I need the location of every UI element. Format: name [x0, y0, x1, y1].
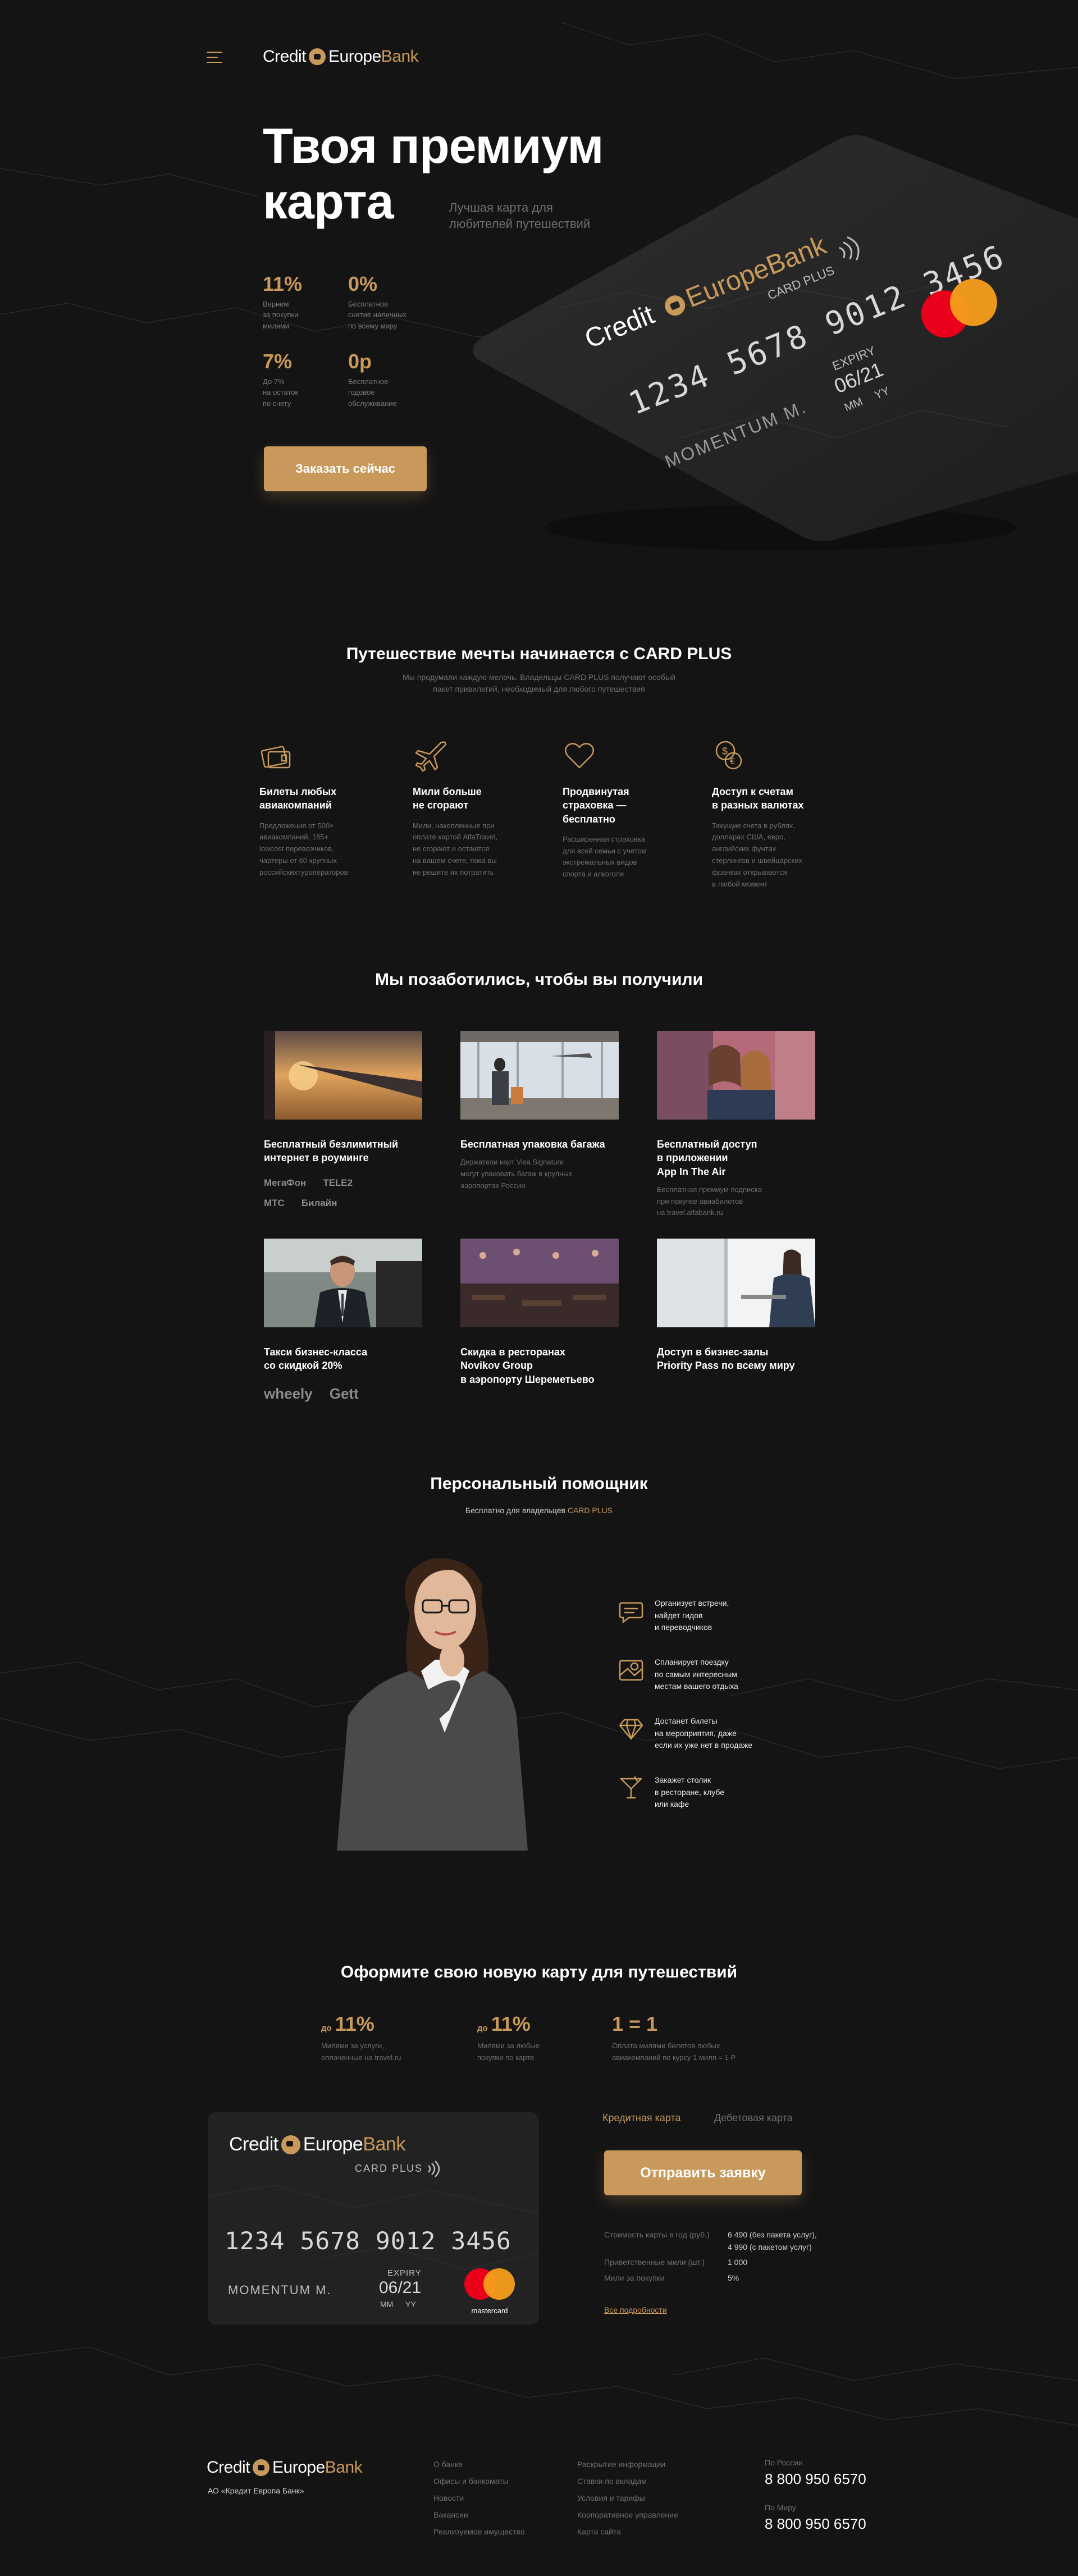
feature-item: Мили больше не сгорают Мили, накопленные … — [413, 738, 536, 879]
footer-phone-world: По Миру 8 800 950 6570 — [765, 2503, 866, 2533]
svg-text:€: € — [730, 757, 735, 766]
card-specs: Стоимость карты в год (руб.) 6 490 (без … — [604, 2229, 817, 2285]
footer-link[interactable]: Раскрытие информации — [577, 2456, 678, 2473]
header-logo[interactable]: Credit Europe Bank — [263, 47, 419, 66]
offer-stat: до 11% Милями за любые покупки по карте — [477, 2012, 540, 2062]
feature-item: Билеты любых авиакомпаний Предложения от … — [259, 738, 383, 879]
assistant-title: Персональный помощник — [430, 1474, 648, 1493]
footer-phone-russia: По России 8 800 950 6570 — [765, 2458, 866, 2488]
offer-stat: 1 = 1 Оплата милями билетов любых авиаком… — [612, 2012, 736, 2062]
footer-link[interactable]: Карта сайта — [577, 2523, 678, 2540]
footer-company: АО «Кредит Европа Банк» — [208, 2486, 304, 2495]
hero-card-svg: Credit EuropeBank CARD PLUS 1234 5678 90… — [473, 135, 1078, 550]
logo-mark-icon — [253, 2459, 270, 2476]
benefits-title: Мы позаботились, чтобы вы получили — [374, 970, 704, 989]
footer-link[interactable]: Офисы и банкоматы — [433, 2473, 525, 2490]
beeline-logo: Билайн — [301, 1197, 337, 1208]
heart-icon — [565, 743, 594, 769]
footer-logo[interactable]: Credit Europe Bank — [207, 2458, 363, 2477]
diamond-icon — [619, 1719, 643, 1740]
card-preview: Credit Europe Bank CARD PLUS 1234 5678 90… — [208, 2112, 539, 2324]
logo-mark-icon — [309, 48, 326, 65]
order-now-button[interactable]: Заказать сейчас — [264, 446, 427, 491]
megafon-logo: МегаФон — [264, 1177, 307, 1188]
benefit-card[interactable]: Бесплатный доступ в приложении App In The … — [657, 1031, 815, 1219]
footer-link[interactable]: Новости — [433, 2490, 525, 2506]
all-details-link[interactable]: Все подробности — [604, 2305, 667, 2314]
card-network-label: mastercard — [471, 2306, 508, 2315]
footer-col-1: О банке Офисы и банкоматы Новости Ваканс… — [433, 2456, 525, 2540]
benefit-card[interactable]: Такси бизнес-класса со скидкой 20% wheely… — [264, 1239, 422, 1403]
airplane-icon — [415, 741, 446, 772]
coins-icon: $€ — [715, 741, 742, 770]
assistant-item: Спланирует поездку по самым интересным мес… — [618, 1656, 803, 1693]
tickets-icon — [261, 746, 291, 769]
tab-credit-card[interactable]: Кредитная карта — [602, 2112, 681, 2124]
journey-title: Путешествие мечты начинается с CARD PLUS — [346, 645, 732, 663]
phone-number[interactable]: 8 800 950 6570 — [765, 2515, 866, 2533]
benefit-card[interactable]: Бесплатная упаковка багажа Держатели кар… — [460, 1031, 619, 1192]
tele2-logo: TELE2 — [323, 1177, 353, 1188]
hero-stat: 7% До 7% на остаток по счету — [263, 350, 299, 408]
women-selfie-photo — [657, 1031, 815, 1120]
offer-stat: до 11% Милями за услуги, оплаченные на tra… — [321, 2012, 401, 2062]
assistant-subtitle: Бесплатно для владельцев CARD PLUS — [465, 1506, 613, 1515]
hero-stat: 0р Бесплатное годовое обслуживание — [348, 350, 397, 408]
apply-title: Оформите свою новую карту для путешестви… — [340, 1963, 738, 1981]
footer-link[interactable]: Реализуемое имущество — [433, 2523, 525, 2540]
card-logo-mark-icon — [281, 2135, 300, 2154]
mastercard-icon — [464, 2268, 515, 2300]
spec-row: Приветственные мили (шт.) 1 000 — [604, 2258, 748, 2267]
assistant-item: Организует встречи, найдет гидов и перевод… — [618, 1597, 803, 1634]
footer-link[interactable]: Корпоративное управление — [577, 2506, 678, 2523]
card-number-text: 1234 5678 9012 3456 — [225, 2227, 511, 2255]
phone-number[interactable]: 8 800 950 6570 — [765, 2470, 866, 2488]
svg-text:$: $ — [722, 746, 728, 757]
journey-subtitle: Мы продумали каждую мелочь. Владельцы CA… — [403, 673, 675, 693]
assistant-item: Закажет столик в ресторане, клубе или кафе — [618, 1774, 803, 1811]
airplane-wing-photo — [264, 1031, 422, 1120]
cocktail-icon — [620, 1776, 642, 1799]
card-product-text: CARD PLUS — [355, 2163, 423, 2174]
gett-logo: Gett — [329, 1385, 359, 1402]
benefit-card[interactable]: Бесплатный безлимитный интернет в роуминг… — [264, 1031, 422, 1209]
hero-card-visual: Credit EuropeBank CARD PLUS 1234 5678 90… — [444, 124, 1078, 573]
feature-item: Продвинутая страховка — бесплатно Расширен… — [563, 738, 686, 880]
benefit-card[interactable]: Доступ в бизнес-залы Priority Pass по все… — [657, 1239, 815, 1373]
map-pin-icon — [619, 1660, 643, 1681]
footer-link[interactable]: Ставки по вкладам — [577, 2473, 678, 2490]
card-holder-text: MOMENTUM M. — [228, 2283, 332, 2297]
hero-stat: 11% Вернем за покупки милями — [263, 272, 303, 330]
card-logo: Credit Europe Bank — [229, 2134, 405, 2155]
wheely-logo: wheely — [264, 1385, 313, 1402]
restaurant-photo — [460, 1239, 619, 1327]
footer-col-2: Раскрытие информации Ставки по вкладам У… — [577, 2456, 678, 2540]
chat-icon — [619, 1602, 643, 1624]
businessman-car-photo — [264, 1239, 422, 1327]
footer-link[interactable]: О банке — [433, 2456, 525, 2473]
spec-row: Мили за покупки 5% — [604, 2273, 739, 2283]
feature-item: $ € Доступ к счетам в разных валютах Текущ… — [712, 738, 835, 890]
airport-traveler-photo — [460, 1031, 619, 1120]
footer-link[interactable]: Условия и тарифы — [577, 2490, 678, 2506]
menu-icon[interactable] — [207, 52, 222, 63]
tab-debit-card[interactable]: Дебетовая карта — [714, 2112, 793, 2124]
footer-link[interactable]: Вакансии — [433, 2506, 525, 2523]
spec-row: Стоимость карты в год (руб.) 6 490 (без … — [604, 2230, 817, 2251]
contactless-icon — [428, 2161, 440, 2177]
assistant-item: Достанет билеты на мероприятия, даже если … — [618, 1715, 803, 1752]
benefit-card[interactable]: Скидка в ресторанах Novikov Group в аэропо… — [460, 1239, 619, 1386]
mts-logo: МТС — [264, 1197, 285, 1208]
business-lounge-photo — [657, 1239, 815, 1327]
assistant-photo — [314, 1547, 539, 1851]
submit-application-button[interactable]: Отправить заявку — [604, 2150, 802, 2195]
hero-stat: 0% Бесплатное снятие наличных по всему мир… — [348, 272, 406, 330]
